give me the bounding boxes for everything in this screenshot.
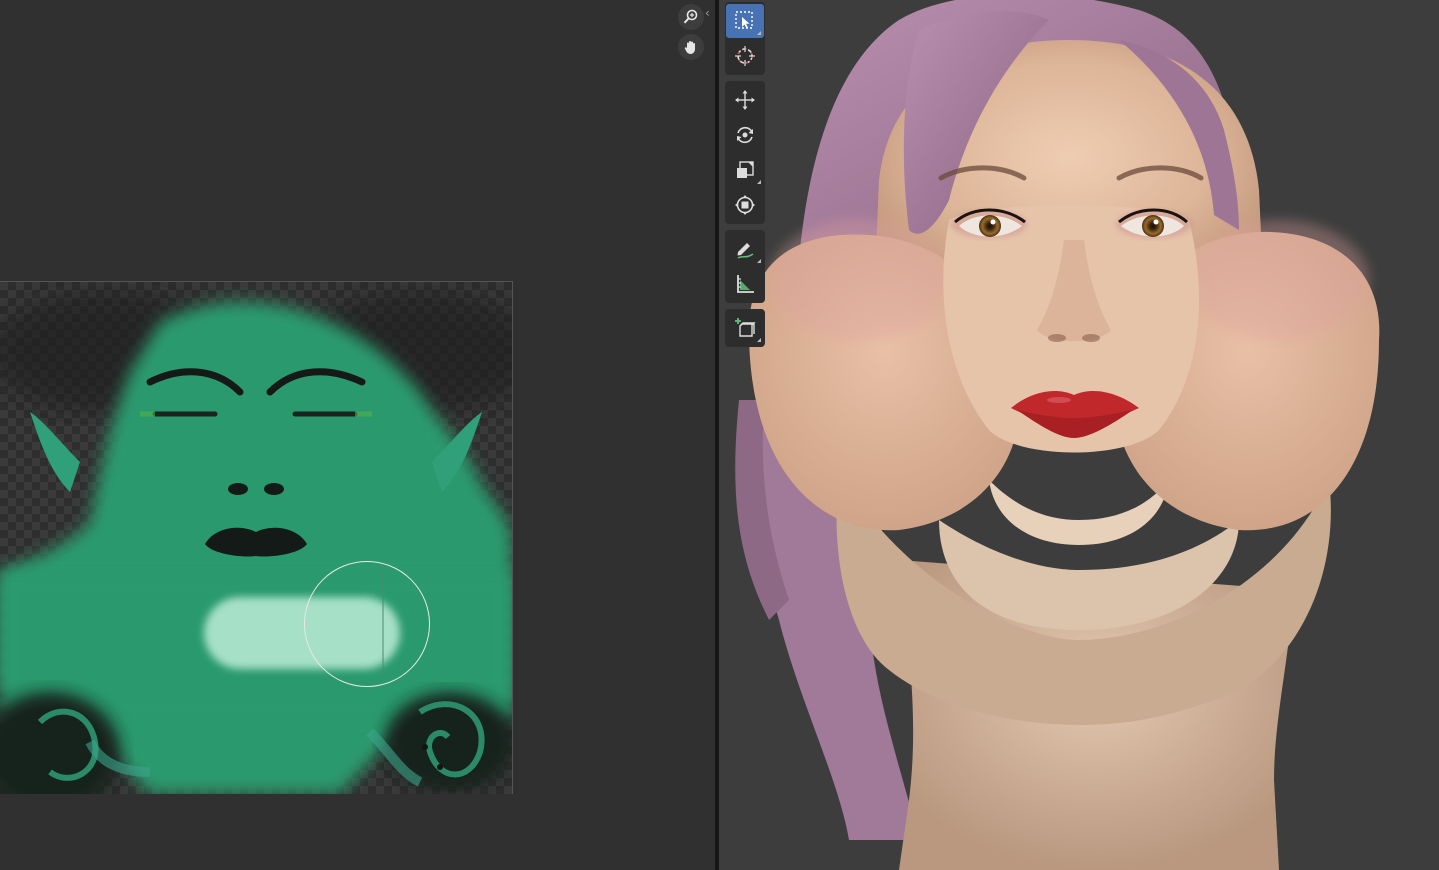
- viewport-toolbar: [725, 2, 765, 353]
- image-editor-panel[interactable]: ‹: [0, 0, 715, 870]
- select-box-icon: [735, 11, 753, 29]
- annotate-icon: [737, 243, 754, 259]
- select-box-tool[interactable]: [726, 4, 764, 38]
- transform-icon: [735, 195, 755, 215]
- add-cube-tool[interactable]: [726, 311, 764, 345]
- 3d-head-model: [735, 0, 1380, 870]
- tool-group-select: [725, 2, 765, 75]
- measure-icon: [737, 275, 754, 293]
- transform-tool[interactable]: [726, 188, 764, 222]
- rotate-icon: [737, 126, 753, 144]
- hand-pan-icon[interactable]: [678, 34, 704, 60]
- tool-group-annotate: [725, 230, 765, 303]
- texture-canvas[interactable]: [0, 281, 513, 794]
- zoom-icon[interactable]: [678, 4, 704, 30]
- annotate-tool[interactable]: [726, 232, 764, 266]
- move-tool[interactable]: [726, 83, 764, 117]
- tool-group-add: [725, 309, 765, 347]
- face-texture-image: [0, 292, 512, 794]
- cursor-3d-tool[interactable]: [726, 39, 764, 73]
- collapse-arrow-icon[interactable]: ‹: [705, 6, 710, 20]
- tool-group-transform: [725, 81, 765, 224]
- add-cube-icon: [735, 318, 756, 337]
- scale-tool[interactable]: [726, 153, 764, 187]
- measure-tool[interactable]: [726, 267, 764, 301]
- cursor-3d-icon: [735, 46, 755, 66]
- rotate-tool[interactable]: [726, 118, 764, 152]
- 3d-viewport[interactable]: [719, 0, 1439, 870]
- scale-icon: [737, 161, 754, 178]
- move-icon: [735, 90, 755, 110]
